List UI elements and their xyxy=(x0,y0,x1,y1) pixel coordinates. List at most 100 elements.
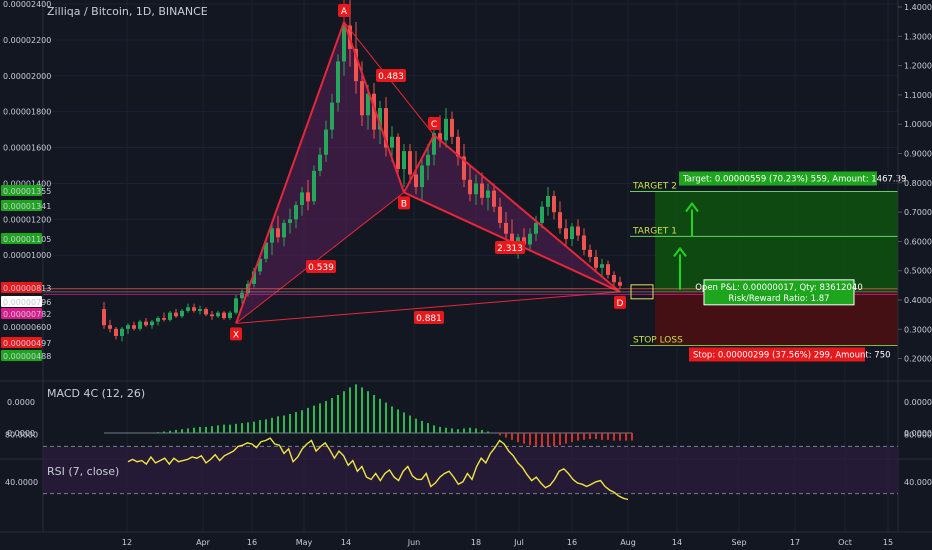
price-badge-label: 0.00000488 xyxy=(3,352,51,361)
candle-body xyxy=(294,204,298,220)
candle-body xyxy=(582,235,586,250)
candle-body xyxy=(132,325,136,329)
candle-body xyxy=(150,321,154,326)
x-tick-label: 15 xyxy=(883,538,893,547)
candle-body xyxy=(312,170,316,202)
price-badge-label: 0.00000782 xyxy=(3,310,51,319)
ratio-label: 0.881 xyxy=(416,314,442,324)
y-tick-label-right: 1.2000 xyxy=(904,62,932,71)
candle-body xyxy=(450,118,454,137)
y-tick-label-right: 1.1000 xyxy=(904,91,932,100)
macd-tick-left: 0.0000 xyxy=(7,398,35,407)
candle-body xyxy=(228,312,232,319)
candle-body xyxy=(306,192,310,202)
candle-body xyxy=(330,102,334,130)
candle-body xyxy=(528,233,532,245)
candle-body xyxy=(612,274,616,283)
candle-body xyxy=(576,226,580,236)
candle-body xyxy=(180,310,184,317)
candle-body xyxy=(174,312,178,317)
candle-body xyxy=(552,196,556,213)
candle-body xyxy=(534,222,538,234)
candle-body xyxy=(570,226,574,240)
pattern-point-label: B xyxy=(401,199,407,209)
x-tick-label: 18 xyxy=(471,538,481,547)
candle-body xyxy=(156,318,160,322)
candle-body xyxy=(336,61,340,103)
y-tick-label-left: 0.00001200 xyxy=(3,215,51,224)
candle-body xyxy=(342,25,346,62)
x-tick-label: Jun xyxy=(407,538,421,547)
target-zone xyxy=(655,191,898,292)
y-tick-label-left: 0.00002400 xyxy=(3,0,51,9)
candle-body xyxy=(540,206,544,223)
candle-body xyxy=(486,190,490,198)
rsi-tick-right: 40.0000 xyxy=(904,478,932,487)
y-tick-label-right: 0.5000 xyxy=(904,267,932,276)
stop-label: Stop: 0.00000299 (37.56%) 299, Amount: 7… xyxy=(693,350,891,360)
y-tick-label-right: 1.4000 xyxy=(904,3,932,12)
y-tick-label-right: 0.9000 xyxy=(904,150,932,159)
target-label: Target: 0.00000559 (70.23%) 559, Amount:… xyxy=(682,175,906,185)
price-badge-label: 0.00000813 xyxy=(3,284,51,293)
y-tick-label-left: 0.00001000 xyxy=(3,251,51,260)
candle-body xyxy=(318,154,322,171)
macd-tick-right: 0.0000 xyxy=(904,398,932,407)
ratio-label: 2.313 xyxy=(497,244,523,254)
level-label: TARGET 2 xyxy=(632,182,677,192)
rsi-pane xyxy=(43,437,898,501)
x-tick-label: 16 xyxy=(247,538,257,547)
candle-body xyxy=(240,292,244,299)
candle-body xyxy=(618,282,622,286)
y-tick-label-left: 0.00002000 xyxy=(3,72,51,81)
pattern-point-label: X xyxy=(233,330,239,340)
candle-body xyxy=(426,154,430,166)
candle-body xyxy=(390,136,394,148)
candle-body xyxy=(558,212,562,229)
candle-body xyxy=(162,318,166,320)
level-label: STOP LOSS xyxy=(633,335,683,345)
candle-body xyxy=(144,321,148,326)
candle-body xyxy=(126,325,130,329)
candle-body xyxy=(186,307,190,311)
x-tick-label: 14 xyxy=(672,538,682,547)
pattern-point-label: C xyxy=(431,120,437,130)
macd-legend: MACD 4C (12, 26) xyxy=(47,387,145,400)
x-tick-label: Oct xyxy=(838,538,852,547)
candle-body xyxy=(204,309,208,315)
rsi-tick-left: 80.0000 xyxy=(5,431,38,440)
x-tick-label: Aug xyxy=(620,538,636,547)
x-tick-label: May xyxy=(296,538,313,547)
candle-body xyxy=(234,298,238,313)
price-badge-label: 0.00001341 xyxy=(3,202,51,211)
candle-body xyxy=(324,129,328,155)
candle-body xyxy=(120,328,124,336)
candle-body xyxy=(594,257,598,268)
price-badge-label: 0.00000497 xyxy=(3,339,51,348)
candle-body xyxy=(396,136,400,170)
candle-body xyxy=(546,196,550,207)
candle-body xyxy=(222,312,226,319)
candle-body xyxy=(588,249,592,258)
y-tick-label-right: 0.2000 xyxy=(904,355,932,364)
candle-body xyxy=(498,206,502,223)
chart-canvas: X A B C D 0.539 0.483 2.313 0.881 TARGET 2 TARGET… xyxy=(0,0,932,550)
candle-body xyxy=(420,165,424,188)
pattern-point-label: D xyxy=(617,299,624,309)
candle-body xyxy=(216,312,220,317)
candle-body xyxy=(600,264,604,268)
ratio-label: 0.483 xyxy=(378,72,404,82)
y-tick-label-right: 0.3000 xyxy=(904,325,932,334)
candle-body xyxy=(408,151,412,175)
x-tick-label: Jul xyxy=(513,538,524,547)
y-tick-label-left: 0.00001600 xyxy=(3,144,51,153)
x-tick-label: 16 xyxy=(567,538,577,547)
candle-body xyxy=(210,314,214,317)
x-tick-label: 14 xyxy=(341,538,351,547)
candle-body xyxy=(114,328,118,336)
x-tick-label: Sep xyxy=(731,538,746,547)
candle-body xyxy=(198,309,202,311)
candle-body xyxy=(444,118,448,141)
pnl-label: Open P&L: 0.00000017, Qty: 83612040 xyxy=(695,283,863,293)
candle-body xyxy=(402,151,406,170)
